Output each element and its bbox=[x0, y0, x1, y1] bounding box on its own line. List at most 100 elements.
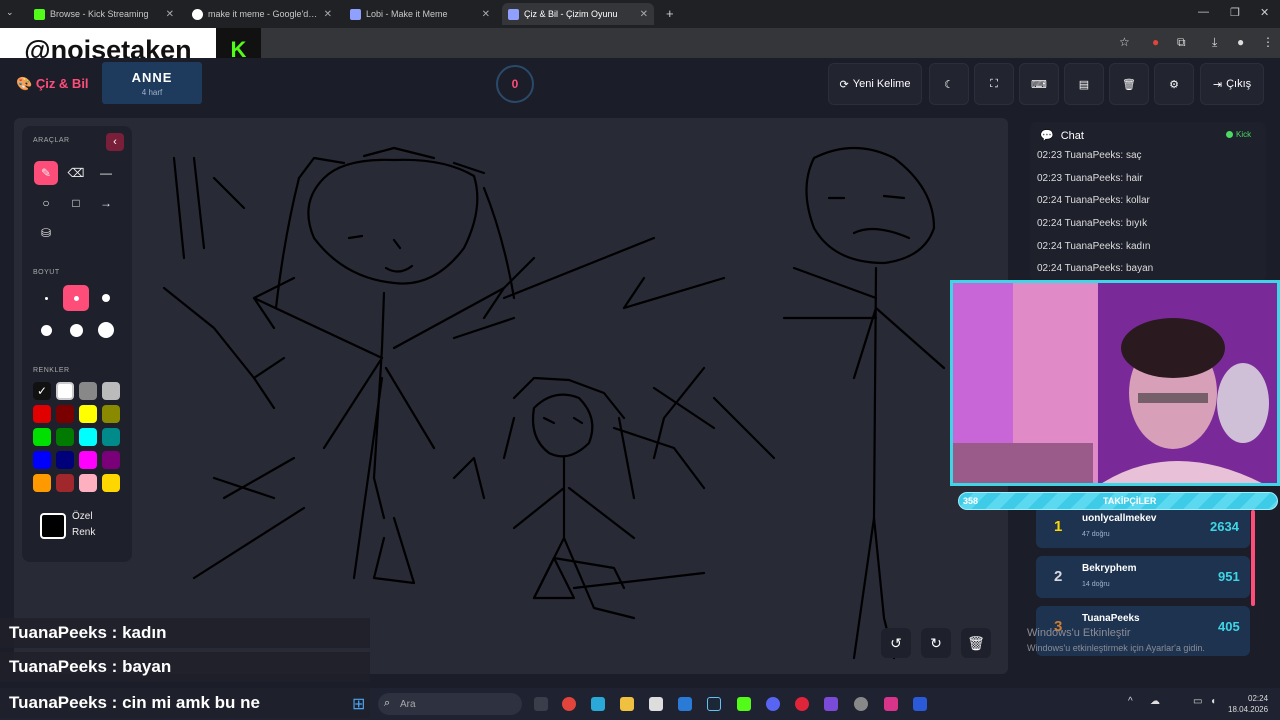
eraser-tool-button[interactable]: ⌫ bbox=[64, 161, 88, 185]
window-close-icon[interactable]: ✕ bbox=[1260, 6, 1269, 19]
line-tool-button[interactable]: — bbox=[94, 161, 118, 185]
color-swatch[interactable] bbox=[56, 474, 74, 492]
overlay-chat-line: TuanaPeeks : cin mi amk bu ne bbox=[0, 688, 370, 718]
delete-button[interactable]: 🗑 bbox=[1109, 63, 1149, 105]
tab-drawing-game[interactable]: Çiz & Bil - Çizim Oyunu ✕ bbox=[502, 3, 654, 25]
color-swatch[interactable] bbox=[33, 474, 51, 492]
close-icon[interactable]: ✕ bbox=[640, 9, 648, 20]
menu-dots-icon[interactable]: ⋮ bbox=[1262, 35, 1274, 49]
tray-chevron-icon[interactable]: ^ bbox=[1128, 696, 1133, 707]
gear-icon: ⚙ bbox=[1169, 78, 1179, 91]
color-swatch[interactable] bbox=[56, 428, 74, 446]
color-swatch[interactable] bbox=[79, 451, 97, 469]
store-icon[interactable] bbox=[649, 697, 663, 711]
size-2-button[interactable] bbox=[63, 285, 89, 311]
app-brand[interactable]: 🎨 Çiz & Bil bbox=[16, 76, 89, 92]
undo-button[interactable]: ↺ bbox=[881, 628, 911, 658]
color-swatch[interactable] bbox=[79, 474, 97, 492]
color-swatch[interactable] bbox=[79, 428, 97, 446]
tab-list-icon[interactable]: ⌄ bbox=[6, 7, 14, 18]
task-view-icon[interactable] bbox=[534, 697, 548, 711]
color-swatch[interactable] bbox=[33, 451, 51, 469]
color-swatch[interactable] bbox=[102, 428, 120, 446]
settings-button[interactable]: ⚙ bbox=[1154, 63, 1194, 105]
palette-icon: 🎨 bbox=[16, 76, 33, 91]
brush-tool-button[interactable]: ✎ bbox=[34, 161, 58, 185]
obs-icon[interactable] bbox=[854, 697, 868, 711]
tab-lobby[interactable]: Lobi - Make it Meme ✕ bbox=[344, 3, 496, 25]
app-icon[interactable] bbox=[913, 697, 927, 711]
kick-status-badge: Kick bbox=[1226, 130, 1251, 139]
size-5-button[interactable] bbox=[63, 317, 89, 343]
new-tab-icon[interactable]: + bbox=[666, 6, 674, 21]
color-swatch[interactable] bbox=[33, 428, 51, 446]
color-swatch[interactable] bbox=[56, 405, 74, 423]
size-4-button[interactable] bbox=[33, 317, 59, 343]
volume-icon[interactable]: ◖ bbox=[1210, 696, 1216, 707]
minecraft-icon[interactable] bbox=[737, 697, 751, 711]
size-6-button[interactable] bbox=[93, 317, 119, 343]
taskbar-clock[interactable]: 02:24 18.04.2026 bbox=[1228, 693, 1268, 715]
color-swatch[interactable] bbox=[102, 474, 120, 492]
rectangle-tool-button[interactable]: □ bbox=[64, 191, 88, 215]
chrome-icon[interactable] bbox=[562, 697, 576, 711]
file-explorer-icon[interactable] bbox=[620, 697, 634, 711]
network-icon[interactable]: ☁ bbox=[1150, 696, 1160, 707]
discord-icon[interactable] bbox=[766, 697, 780, 711]
streamer-webcam-image bbox=[953, 283, 1277, 483]
tab-label: Lobi - Make it Meme bbox=[366, 9, 448, 19]
fullscreen-button[interactable]: ⛶ bbox=[974, 63, 1014, 105]
color-swatch[interactable] bbox=[79, 382, 97, 400]
leaderboard-scrollbar[interactable] bbox=[1251, 510, 1255, 606]
bookmark-star-icon[interactable]: ☆ bbox=[1119, 35, 1130, 49]
windows-start-icon[interactable]: ⊞ bbox=[352, 694, 365, 714]
redo-button[interactable]: ↻ bbox=[921, 628, 951, 658]
chat-message: 02:24 TuanaPeeks: bıyık bbox=[1037, 218, 1148, 229]
close-icon[interactable]: ✕ bbox=[482, 9, 490, 20]
extensions-puzzle-icon[interactable]: ⧉ bbox=[1177, 35, 1186, 50]
archive-button[interactable]: ▤ bbox=[1064, 63, 1104, 105]
steam-icon[interactable] bbox=[707, 697, 721, 711]
color-swatch[interactable] bbox=[102, 405, 120, 423]
arrow-right-icon: → bbox=[100, 196, 112, 210]
fill-tool-button[interactable]: ⛁ bbox=[34, 221, 58, 245]
mail-icon[interactable] bbox=[678, 697, 692, 711]
color-swatch[interactable]: ✓ bbox=[33, 382, 51, 400]
color-swatch[interactable] bbox=[56, 382, 74, 400]
collapse-panel-button[interactable]: ‹ bbox=[106, 133, 124, 151]
arrow-tool-button[interactable]: → bbox=[94, 191, 118, 215]
leaderboard-name: TuanaPeeks bbox=[1082, 613, 1140, 624]
minimize-icon[interactable]: — bbox=[1198, 6, 1209, 18]
profile-avatar[interactable]: ● bbox=[1237, 35, 1244, 49]
color-swatch[interactable] bbox=[102, 451, 120, 469]
clear-canvas-button[interactable]: 🗑 bbox=[961, 628, 991, 658]
color-swatch[interactable] bbox=[33, 405, 51, 423]
exit-button[interactable]: ⇥ Çıkış bbox=[1200, 63, 1264, 105]
color-swatch[interactable] bbox=[56, 451, 74, 469]
keyboard-button[interactable]: ⌨ bbox=[1019, 63, 1059, 105]
chat-message: 02:23 TuanaPeeks: saç bbox=[1037, 150, 1142, 161]
dark-mode-button[interactable]: ☾ bbox=[929, 63, 969, 105]
color-swatch[interactable] bbox=[102, 382, 120, 400]
tab-kick[interactable]: Browse - Kick Streaming ✕ bbox=[28, 3, 180, 25]
color-swatch[interactable] bbox=[79, 405, 97, 423]
size-3-button[interactable] bbox=[93, 285, 119, 311]
media-icon[interactable] bbox=[795, 697, 809, 711]
display-icon[interactable]: ▭ bbox=[1193, 696, 1202, 707]
custom-color-button[interactable] bbox=[40, 513, 66, 539]
extension-icon[interactable]: ● bbox=[1152, 35, 1159, 49]
taskbar-search[interactable]: ⌕ Ara bbox=[378, 693, 522, 715]
download-icon[interactable]: ⤓ bbox=[1212, 35, 1217, 50]
maximize-icon[interactable]: ❐ bbox=[1230, 6, 1240, 19]
close-icon[interactable]: ✕ bbox=[166, 9, 174, 20]
close-icon[interactable]: ✕ bbox=[324, 9, 332, 20]
instagram-icon[interactable] bbox=[884, 697, 898, 711]
size-1-button[interactable] bbox=[33, 285, 59, 311]
clock-time: 02:24 bbox=[1248, 694, 1269, 703]
teams-icon[interactable] bbox=[824, 697, 838, 711]
new-word-button[interactable]: ⟳ Yeni Kelime bbox=[828, 63, 922, 105]
circle-tool-button[interactable]: ○ bbox=[34, 191, 58, 215]
app-icon[interactable] bbox=[591, 697, 605, 711]
tab-google[interactable]: make it meme - Google'da Ara ✕ bbox=[186, 3, 338, 25]
brand-label: Çiz & Bil bbox=[35, 76, 89, 91]
